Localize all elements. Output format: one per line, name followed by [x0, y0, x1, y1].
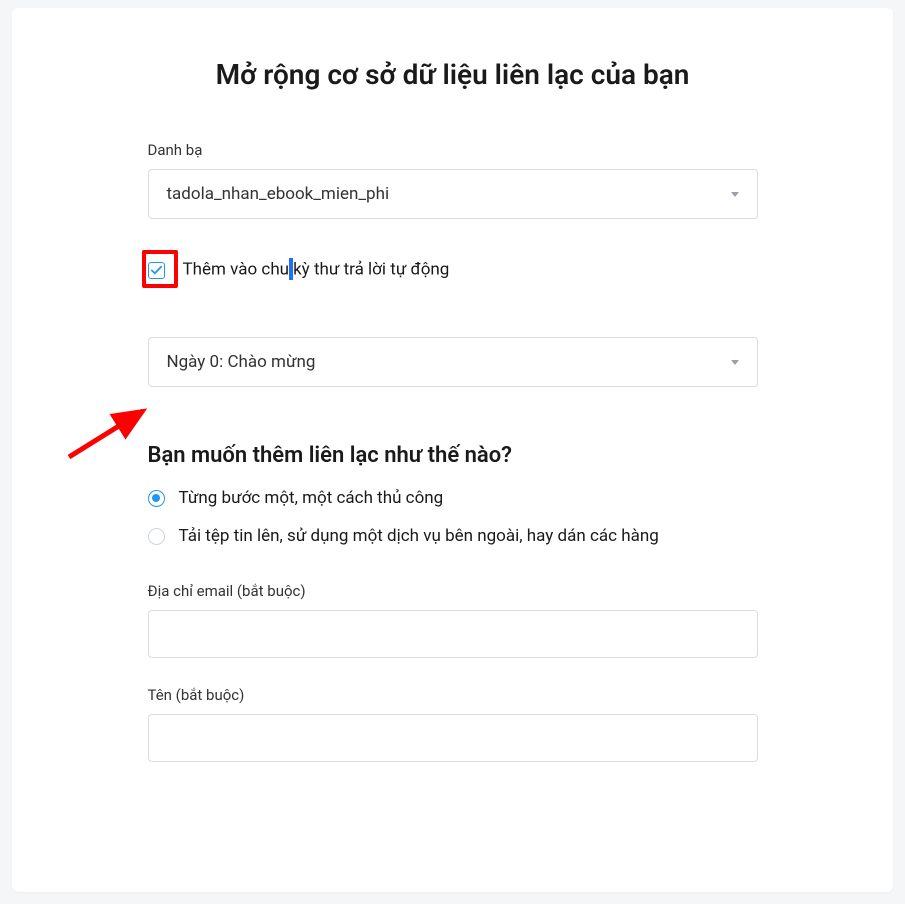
autoresponder-cycle-select[interactable]: Ngày 0: Chào mừng: [148, 337, 758, 387]
autoresponder-checkbox-label: Thêm vào chukỳ thư trả lời tự động: [183, 259, 450, 281]
radio-label: Từng bước một, một cách thủ công: [179, 488, 444, 508]
check-icon: [151, 265, 162, 276]
page-title: Mở rộng cơ sở dữ liệu liên lạc của bạn: [148, 58, 758, 91]
contact-list-select[interactable]: tadola_nhan_ebook_mien_phi: [148, 169, 758, 219]
how-add-heading: Bạn muốn thêm liên lạc như thế nào?: [148, 443, 758, 468]
form-card: Mở rộng cơ sở dữ liệu liên lạc của bạn D…: [12, 8, 893, 892]
name-label: Tên (bắt buộc): [148, 686, 758, 704]
radio-option-manual[interactable]: Từng bước một, một cách thủ công: [148, 488, 758, 508]
contact-list-label: Danh bạ: [148, 141, 758, 159]
radio-label: Tải tệp tin lên, sử dụng một dịch vụ bên…: [179, 526, 659, 546]
text-cursor: [289, 258, 293, 280]
email-label: Địa chỉ email (bắt buộc): [148, 582, 758, 600]
radio-unselected-icon: [148, 528, 165, 545]
email-field[interactable]: [148, 610, 758, 658]
autoresponder-checkbox[interactable]: [148, 262, 165, 279]
chevron-down-icon: [731, 192, 739, 197]
cycle-selected: Ngày 0: Chào mừng: [167, 352, 316, 372]
radio-selected-icon: [148, 490, 165, 507]
contact-list-selected: tadola_nhan_ebook_mien_phi: [167, 184, 390, 204]
radio-option-upload[interactable]: Tải tệp tin lên, sử dụng một dịch vụ bên…: [148, 526, 758, 546]
name-field[interactable]: [148, 714, 758, 762]
chevron-down-icon: [731, 360, 739, 365]
